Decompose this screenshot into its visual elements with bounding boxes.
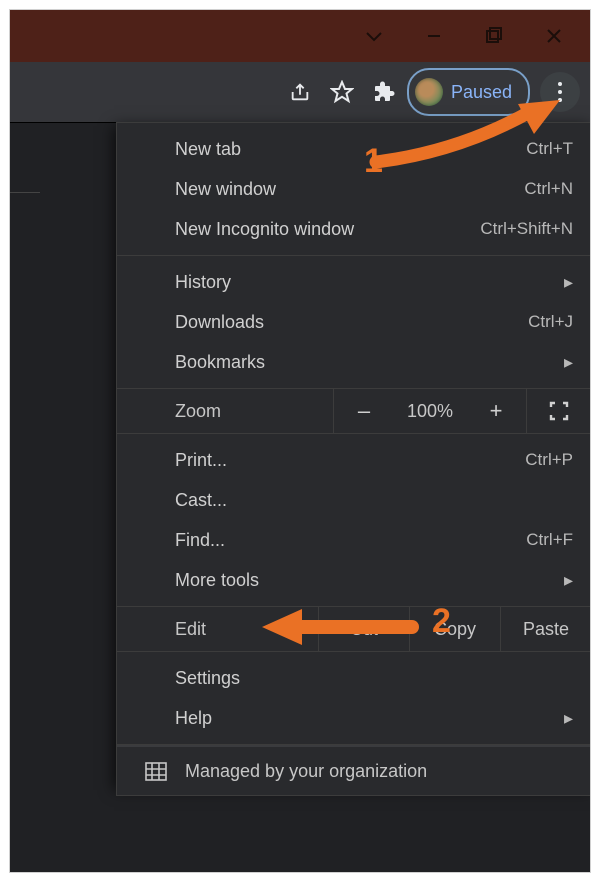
share-button[interactable]: [279, 71, 321, 113]
menu-shortcut: Ctrl+N: [524, 179, 573, 199]
menu-item-bookmarks[interactable]: Bookmarks ▸: [117, 342, 590, 382]
zoom-label: Zoom: [117, 401, 333, 422]
menu-item-find[interactable]: Find... Ctrl+F: [117, 520, 590, 560]
star-icon: [330, 80, 354, 104]
chevron-down-icon: [365, 30, 383, 42]
minimize-icon: [426, 28, 442, 44]
chevron-right-icon: ▸: [564, 272, 573, 293]
managed-label: Managed by your organization: [185, 761, 427, 782]
avatar: [415, 78, 443, 106]
bookmark-star-button[interactable]: [321, 71, 363, 113]
menu-label: New tab: [175, 139, 526, 160]
browser-toolbar: Paused: [10, 62, 590, 123]
cut-button[interactable]: Cut: [318, 607, 409, 651]
menu-shortcut: Ctrl+Shift+N: [480, 219, 573, 239]
side-panel-strip: [10, 122, 40, 193]
menu-label: Find...: [175, 530, 526, 551]
menu-item-print[interactable]: Print... Ctrl+P: [117, 440, 590, 480]
menu-label: Downloads: [175, 312, 528, 333]
share-icon: [289, 81, 311, 103]
organization-icon: [145, 761, 167, 781]
minimize-button[interactable]: [404, 10, 464, 62]
maximize-button[interactable]: [464, 10, 524, 62]
managed-by-org[interactable]: Managed by your organization: [116, 747, 590, 796]
extensions-button[interactable]: [363, 71, 405, 113]
menu-label: Bookmarks: [175, 352, 564, 373]
menu-label: More tools: [175, 570, 564, 591]
sync-status-label: Paused: [451, 82, 512, 103]
menu-shortcut: Ctrl+P: [525, 450, 573, 470]
chevron-right-icon: ▸: [564, 352, 573, 373]
menu-shortcut: Ctrl+J: [528, 312, 573, 332]
tab-dropdown-button[interactable]: [344, 10, 404, 62]
edit-label: Edit: [117, 619, 318, 640]
menu-item-new-incognito[interactable]: New Incognito window Ctrl+Shift+N: [117, 209, 590, 249]
zoom-row: Zoom – 100% +: [117, 389, 590, 434]
zoom-value: 100%: [394, 401, 466, 422]
menu-item-more-tools[interactable]: More tools ▸: [117, 560, 590, 600]
main-menu: New tab Ctrl+T New window Ctrl+N New Inc…: [116, 122, 590, 786]
menu-label: Print...: [175, 450, 525, 471]
close-icon: [545, 27, 563, 45]
menu-label: History: [175, 272, 564, 293]
menu-item-history[interactable]: History ▸: [117, 262, 590, 302]
menu-item-new-window[interactable]: New window Ctrl+N: [117, 169, 590, 209]
menu-item-cast[interactable]: Cast...: [117, 480, 590, 520]
fullscreen-button[interactable]: [527, 401, 590, 421]
chevron-right-icon: ▸: [564, 570, 573, 591]
zoom-out-button[interactable]: –: [334, 398, 394, 424]
menu-label: New window: [175, 179, 524, 200]
chevron-right-icon: ▸: [564, 708, 573, 729]
menu-item-new-tab[interactable]: New tab Ctrl+T: [117, 129, 590, 169]
menu-label: Help: [175, 708, 564, 729]
profile-chip[interactable]: Paused: [407, 68, 530, 116]
menu-label: Cast...: [175, 490, 573, 511]
zoom-in-button[interactable]: +: [466, 398, 526, 424]
close-window-button[interactable]: [524, 10, 584, 62]
paste-button[interactable]: Paste: [500, 607, 590, 651]
puzzle-icon: [372, 80, 396, 104]
menu-shortcut: Ctrl+T: [526, 139, 573, 159]
menu-item-downloads[interactable]: Downloads Ctrl+J: [117, 302, 590, 342]
copy-button[interactable]: Copy: [409, 607, 500, 651]
edit-row: Edit Cut Copy Paste: [117, 607, 590, 652]
menu-label: New Incognito window: [175, 219, 480, 240]
maximize-icon: [485, 27, 503, 45]
menu-shortcut: Ctrl+F: [526, 530, 573, 550]
menu-item-help[interactable]: Help ▸: [117, 698, 590, 738]
main-menu-button[interactable]: [540, 72, 580, 112]
menu-label: Settings: [175, 668, 573, 689]
fullscreen-icon: [549, 401, 569, 421]
menu-item-settings[interactable]: Settings: [117, 658, 590, 698]
kebab-icon: [558, 82, 562, 102]
window-titlebar: [10, 10, 590, 62]
